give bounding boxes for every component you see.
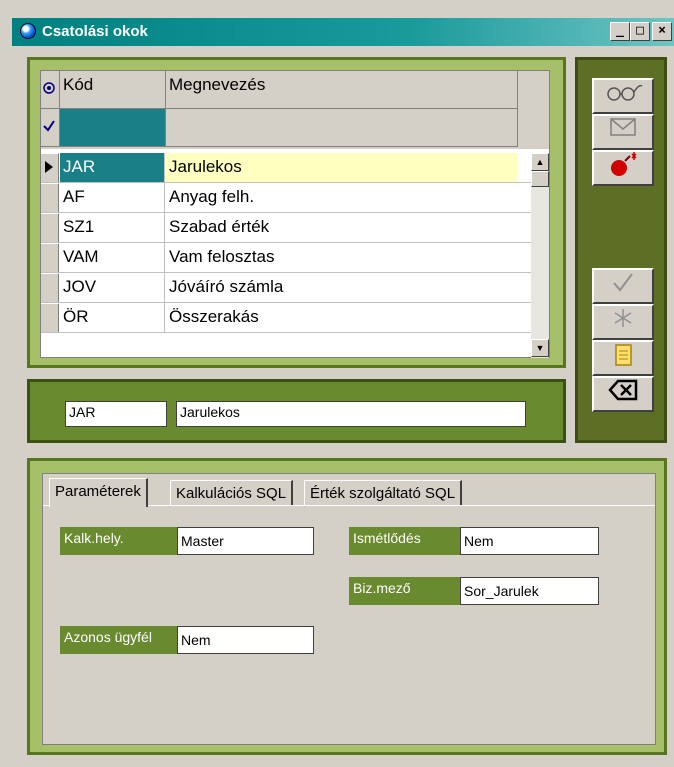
cell-name[interactable]: Szabad érték xyxy=(166,213,518,242)
tab-content: Kalk.hely. Master Ismétlődés Nem Biz.mez… xyxy=(43,505,655,744)
close-button[interactable]: × xyxy=(652,22,672,41)
filter-field-code[interactable] xyxy=(60,109,166,147)
minimize-button[interactable]: _ xyxy=(610,22,630,41)
biz-mezo-field[interactable]: Sor_Jarulek xyxy=(460,577,599,605)
table-row[interactable]: JOV Jóváíró számla xyxy=(41,273,531,303)
table-row[interactable]: VAM Vam felosztas xyxy=(41,243,531,273)
cell-code[interactable]: ÖR xyxy=(60,303,165,332)
document-icon[interactable] xyxy=(592,340,654,376)
tab-ertek-szolgaltato-sql[interactable]: Érték szolgáltató SQL xyxy=(304,480,463,505)
checkmark-icon[interactable] xyxy=(592,268,654,304)
biz-mezo-label: Biz.mező xyxy=(349,577,460,605)
azonos-ugyfel-label: Azonos ügyfél xyxy=(60,626,177,654)
tab-parameterek[interactable]: Paraméterek xyxy=(49,478,148,507)
window-title: Csatolási okok xyxy=(42,23,148,40)
cell-name[interactable]: Összerakás xyxy=(166,303,518,332)
select-all-icon[interactable] xyxy=(41,71,60,109)
row-indicator xyxy=(41,303,59,332)
side-toolbar xyxy=(575,57,667,443)
column-header-name[interactable]: Megnevezés xyxy=(166,71,518,109)
ismetlodes-field[interactable]: Nem xyxy=(460,527,599,555)
bomb-icon[interactable] xyxy=(592,150,654,186)
data-grid[interactable]: Kód Megnevezés JAR Jarulekos AF Anyag fe… xyxy=(40,70,550,358)
name-field[interactable]: Jarulekos xyxy=(176,401,526,427)
ismetlodes-label: Ismétlődés xyxy=(349,527,460,555)
table-row[interactable]: SZ1 Szabad érték xyxy=(41,213,531,243)
row-indicator xyxy=(41,213,59,242)
grid-header: Kód Megnevezés xyxy=(41,71,549,149)
app-icon xyxy=(20,23,36,39)
edit-panel: JAR Jarulekos xyxy=(27,379,566,443)
row-pointer-icon xyxy=(41,153,59,182)
cell-code[interactable]: SZ1 xyxy=(60,213,165,242)
cell-name[interactable]: Anyag felh. xyxy=(166,183,518,212)
filter-check-icon xyxy=(41,109,60,147)
vertical-scrollbar[interactable]: ▲ ▼ xyxy=(531,153,549,358)
maximize-button[interactable]: □ xyxy=(630,22,650,41)
kalk-hely-field[interactable]: Master xyxy=(177,527,314,555)
cell-code[interactable]: JAR xyxy=(60,153,165,182)
cell-name[interactable]: Jóváíró számla xyxy=(166,273,518,302)
table-row[interactable]: ÖR Összerakás xyxy=(41,303,531,333)
cell-name[interactable]: Jarulekos xyxy=(166,153,518,182)
tab-control: Paraméterek Kalkulációs SQL Érték szolgá… xyxy=(42,473,656,745)
table-row[interactable]: AF Anyag felh. xyxy=(41,183,531,213)
kalk-hely-label: Kalk.hely. xyxy=(60,527,177,555)
row-indicator xyxy=(41,273,59,302)
main-window: Csatolási okok _ □ × Kód Megnevezés JAR … xyxy=(0,0,674,767)
filter-field-name[interactable] xyxy=(166,109,518,147)
table-row[interactable]: JAR Jarulekos xyxy=(41,153,531,183)
column-header-code[interactable]: Kód xyxy=(60,71,166,109)
row-indicator xyxy=(41,183,59,212)
scroll-up-icon[interactable]: ▲ xyxy=(531,153,549,171)
cell-code[interactable]: JOV xyxy=(60,273,165,302)
tab-kalkulacios-sql[interactable]: Kalkulációs SQL xyxy=(170,480,294,505)
glasses-icon[interactable] xyxy=(592,78,654,114)
scroll-down-icon[interactable]: ▼ xyxy=(531,339,549,357)
scroll-thumb[interactable] xyxy=(531,171,549,187)
cell-code[interactable]: AF xyxy=(60,183,165,212)
backspace-delete-icon[interactable] xyxy=(592,376,654,412)
code-field[interactable]: JAR xyxy=(65,401,167,427)
parameters-panel: Paraméterek Kalkulációs SQL Érték szolgá… xyxy=(27,458,667,755)
grid-panel: Kód Megnevezés JAR Jarulekos AF Anyag fe… xyxy=(27,57,566,368)
cell-code[interactable]: VAM xyxy=(60,243,165,272)
cell-name[interactable]: Vam felosztas xyxy=(166,243,518,272)
envelope-icon[interactable] xyxy=(592,114,654,150)
title-bar[interactable]: Csatolási okok _ □ × xyxy=(12,18,674,46)
snowflake-icon[interactable] xyxy=(592,304,654,340)
azonos-ugyfel-field[interactable]: Nem xyxy=(177,626,314,654)
row-indicator xyxy=(41,243,59,272)
